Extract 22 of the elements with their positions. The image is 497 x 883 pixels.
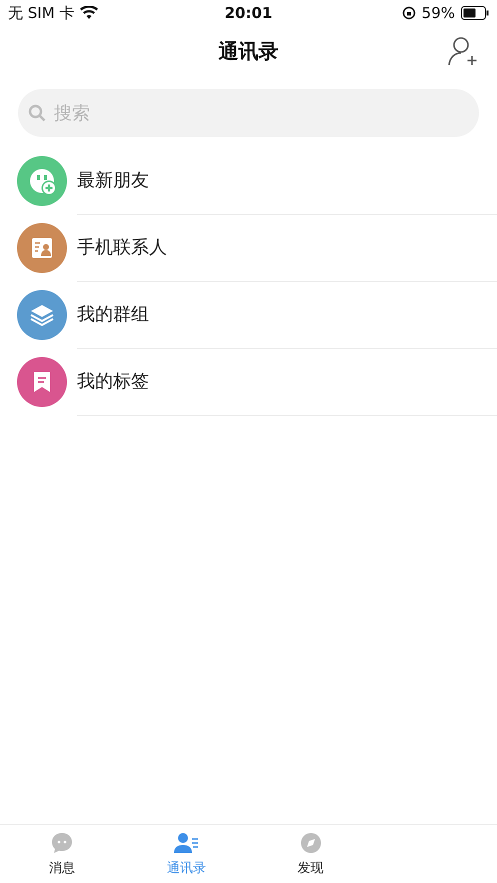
battery-icon: [461, 6, 489, 20]
carrier-text: 无 SIM 卡: [8, 4, 74, 22]
tags-icon[interactable]: [17, 356, 67, 406]
rotation-lock-icon: [402, 6, 416, 20]
new-friends-icon[interactable]: [17, 156, 67, 206]
chat-icon: [50, 831, 74, 855]
contact-menu-item[interactable]: 我的标签: [77, 369, 149, 393]
battery-percent: 59%: [422, 4, 455, 22]
tab-bar-item[interactable]: 发现: [248, 825, 373, 883]
search-field[interactable]: 搜索: [18, 89, 479, 137]
tab-bar-item[interactable]: 消息: [0, 825, 124, 883]
phone-contacts-icon[interactable]: [17, 222, 67, 272]
contact-menu-item[interactable]: 最新朋友: [77, 168, 149, 192]
contact-menu-item[interactable]: 手机联系人: [77, 235, 167, 259]
compass-icon: [298, 831, 323, 855]
groups-icon[interactable]: [17, 290, 67, 340]
page-title: 通讯录: [218, 38, 278, 64]
contact-menu-item[interactable]: 我的群组: [77, 302, 149, 326]
add-contact-icon[interactable]: [447, 35, 479, 67]
contacts-icon: [173, 831, 200, 855]
clock-text: 20:01: [224, 4, 272, 22]
wifi-icon: [80, 6, 98, 20]
